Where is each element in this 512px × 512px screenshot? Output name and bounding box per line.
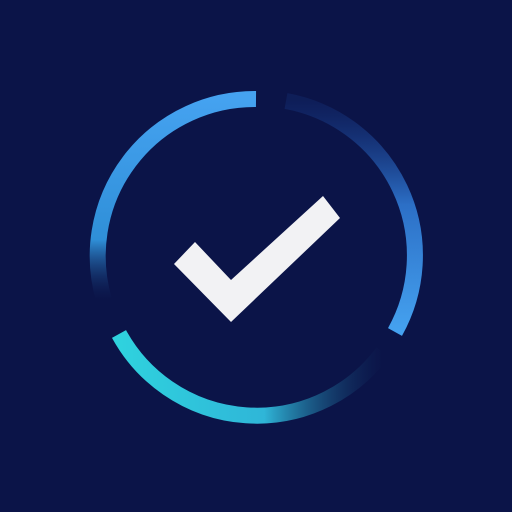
progress-segment-top-left: [89, 90, 257, 303]
app-icon: [0, 0, 512, 512]
progress-segment-bottom: [111, 330, 390, 424]
progress-check-icon: [89, 90, 423, 424]
checkmark-icon: [174, 196, 340, 322]
